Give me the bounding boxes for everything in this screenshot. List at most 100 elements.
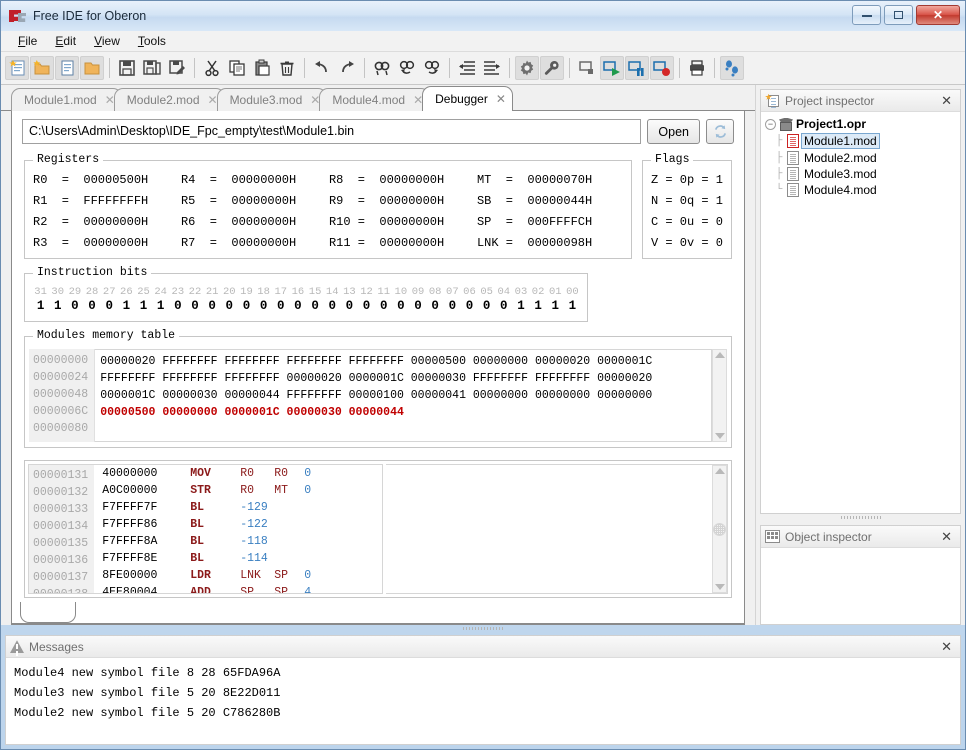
open-file-icon[interactable] xyxy=(80,56,104,80)
object-inspector-body[interactable] xyxy=(761,548,960,624)
run-icon[interactable] xyxy=(600,56,624,80)
scroll-up-icon[interactable] xyxy=(714,352,725,358)
cut-icon[interactable] xyxy=(200,56,224,80)
bit-index: 22 xyxy=(188,286,202,298)
disassembly-row[interactable]: F7FFFF8A BL -118 xyxy=(94,533,382,550)
messages-body[interactable]: Module4 new symbol file 8 28 65FDA96A Mod… xyxy=(6,658,960,744)
disassembly-row[interactable]: A0C00000 STR R0 MT 0 xyxy=(94,482,382,499)
new-file-icon[interactable] xyxy=(55,56,79,80)
disassembly-scrollbar[interactable] xyxy=(712,465,727,593)
project-inspector-close-icon[interactable]: ✕ xyxy=(937,94,956,107)
tab-module2[interactable]: Module2.mod ✕ xyxy=(113,88,225,111)
undo-icon[interactable] xyxy=(310,56,334,80)
project-tree[interactable]: − Project1.opr ├ Module1.mod ├ Module2.mod ├… xyxy=(761,112,960,513)
wrench-icon[interactable] xyxy=(540,56,564,80)
instruction-offset: -114 xyxy=(240,552,268,565)
menu-file[interactable]: File xyxy=(9,32,46,50)
tab-module1[interactable]: Module1.mod ✕ xyxy=(11,88,122,111)
project-inspector-dock: Project inspector ✕ − Project1.opr ├ Modu… xyxy=(760,89,961,514)
close-button[interactable]: ✕ xyxy=(916,5,960,25)
disassembly-row[interactable]: F7FFFF86 BL -122 xyxy=(94,516,382,533)
indent-increase-icon[interactable] xyxy=(480,56,504,80)
bit-value: 0 xyxy=(328,299,336,313)
disassembly-detail-pane[interactable] xyxy=(386,464,728,594)
flags-legend: Flags xyxy=(650,153,694,166)
tree-branch-line: └ xyxy=(775,184,783,196)
menu-tools[interactable]: Tools xyxy=(129,32,175,50)
find-next-icon[interactable] xyxy=(420,56,444,80)
project-tree-item-1[interactable]: ├ Module1.mod xyxy=(763,132,958,150)
instruction-mnemonic: BL xyxy=(190,501,205,514)
save-icon[interactable] xyxy=(115,56,139,80)
messages-resize-handle[interactable] xyxy=(1,625,965,631)
flag-u: u = 0 xyxy=(686,215,723,229)
tab-close-icon[interactable]: ✕ xyxy=(496,93,506,105)
project-tree-item-4[interactable]: └ Module4.mod xyxy=(763,182,958,198)
pause-icon[interactable] xyxy=(625,56,649,80)
tab-module4[interactable]: Module4.mod ✕ xyxy=(319,88,431,111)
project-root-label: Project1.opr xyxy=(796,117,867,131)
instruction-immediate: 0 xyxy=(304,569,312,582)
disassembly-row[interactable]: 4EE80004 ADD SP SP 4 xyxy=(94,584,382,593)
toolbar-separator xyxy=(449,58,450,78)
bottom-tab[interactable] xyxy=(20,602,76,623)
disassembly-row[interactable]: 40000000 MOV R0 R0 0 xyxy=(94,465,382,482)
refresh-button[interactable] xyxy=(706,119,734,144)
save-all-icon[interactable] xyxy=(140,56,164,80)
paste-icon[interactable] xyxy=(250,56,274,80)
register-r7: R7 = 00000000H xyxy=(180,236,297,250)
stop-icon[interactable] xyxy=(650,56,674,80)
object-inspector-title: Object inspector xyxy=(785,529,872,544)
register-r11: R11 = 00000000H xyxy=(328,236,445,250)
project-root-node[interactable]: − Project1.opr xyxy=(763,116,958,132)
indent-decrease-icon[interactable] xyxy=(455,56,479,80)
object-inspector-close-icon[interactable]: ✕ xyxy=(937,530,956,543)
menu-edit[interactable]: Edit xyxy=(46,32,85,50)
open-project-icon[interactable] xyxy=(30,56,54,80)
tab-module3[interactable]: Module3.mod ✕ xyxy=(216,88,328,111)
find-previous-icon[interactable] xyxy=(395,56,419,80)
project-tree-item-3[interactable]: ├ Module3.mod xyxy=(763,166,958,182)
redo-icon[interactable] xyxy=(335,56,359,80)
disassembly-row[interactable]: F7FFFF7F BL -129 xyxy=(94,499,382,516)
open-button[interactable]: Open xyxy=(647,119,700,144)
message-line: Module3 new symbol file 5 20 8E22D011 xyxy=(14,686,281,700)
print-icon[interactable] xyxy=(685,56,709,80)
dock-resize-handle[interactable] xyxy=(756,514,965,521)
messages-panel: Messages ✕ Module4 new symbol file 8 28 … xyxy=(5,635,961,745)
save-as-icon[interactable] xyxy=(165,56,189,80)
scroll-grip[interactable] xyxy=(713,522,726,536)
disassembly-rows[interactable]: 40000000 MOV R0 R0 0 A0C00000 STR R0 MT 0 F7FFFF7F… xyxy=(94,465,382,593)
messages-close-icon[interactable]: ✕ xyxy=(937,640,956,653)
disassembly-row[interactable]: 8FE00000 LDR LNK SP 0 xyxy=(94,567,382,584)
collapse-icon[interactable]: − xyxy=(765,118,776,130)
memory-scrollbar[interactable] xyxy=(712,349,727,442)
maximize-button[interactable] xyxy=(884,5,913,25)
tab-debugger[interactable]: Debugger ✕ xyxy=(422,86,513,111)
module-label: Module3.mod xyxy=(804,167,877,181)
step-icon[interactable] xyxy=(720,56,744,80)
warning-icon xyxy=(10,640,24,653)
scroll-up-icon[interactable] xyxy=(714,468,725,474)
main-content: Module1.mod ✕ Module2.mod ✕ Module3.mod … xyxy=(1,85,965,625)
scroll-down-icon[interactable] xyxy=(714,584,725,590)
disassembly-row[interactable]: F7FFFF8E BL -114 xyxy=(94,550,382,567)
new-project-icon[interactable] xyxy=(5,56,29,80)
build-icon[interactable] xyxy=(575,56,599,80)
menu-view[interactable]: View xyxy=(85,32,129,50)
settings-gear-icon[interactable] xyxy=(515,56,539,80)
disassembly-list[interactable]: 00000131 00000132 00000133 00000134 00000135… xyxy=(28,464,383,594)
disassembly-group: 00000131 00000132 00000133 00000134 00000135… xyxy=(24,460,732,598)
binary-path-input[interactable]: C:\Users\Admin\Desktop\IDE_Fpc_empty\tes… xyxy=(22,119,642,144)
delete-icon[interactable] xyxy=(275,56,299,80)
instruction-offset: -129 xyxy=(240,501,268,514)
copy-icon[interactable] xyxy=(225,56,249,80)
memory-row: 00000500 00000000 0000001C 00000030 0000… xyxy=(100,406,404,419)
bit-index: 16 xyxy=(291,286,305,298)
message-line: Module2 new symbol file 5 20 C786280B xyxy=(14,706,281,720)
project-tree-item-2[interactable]: ├ Module2.mod xyxy=(763,150,958,166)
find-icon[interactable] xyxy=(370,56,394,80)
scroll-down-icon[interactable] xyxy=(714,433,725,439)
bit-column-11: 11 0 xyxy=(375,286,392,314)
minimize-button[interactable] xyxy=(852,5,881,25)
